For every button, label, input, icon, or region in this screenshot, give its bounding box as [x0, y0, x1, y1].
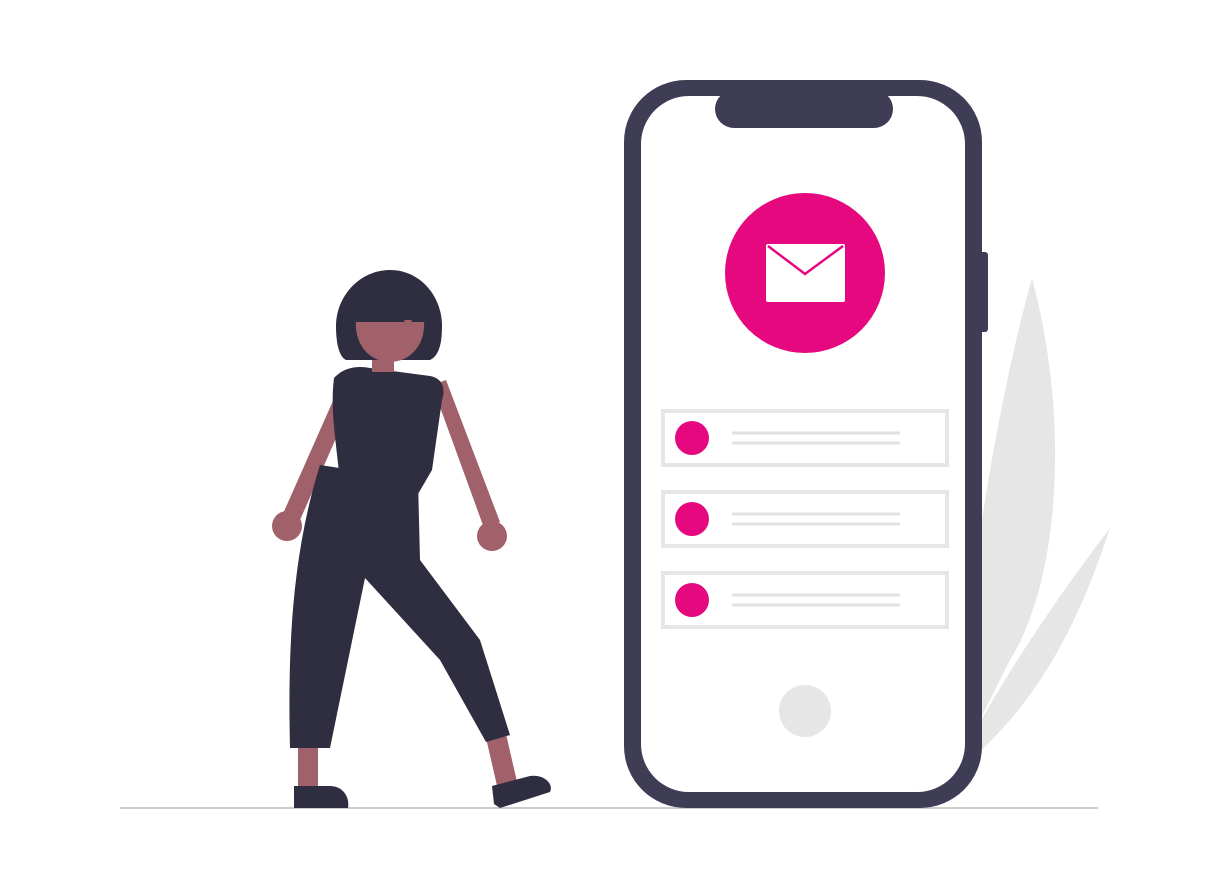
- person-bangs: [352, 289, 428, 322]
- list-item-dot: [675, 583, 709, 617]
- mail-icon: [766, 244, 845, 302]
- person-left-hand: [272, 511, 302, 541]
- list-item-dot: [675, 502, 709, 536]
- phone-notch: [715, 90, 893, 128]
- person-right-hand: [477, 521, 507, 551]
- person-left-shin: [298, 745, 318, 792]
- person-torso: [332, 367, 444, 494]
- mail-badge[interactable]: [725, 193, 885, 353]
- list-item-dot: [675, 421, 709, 455]
- person-left-shoe: [294, 786, 349, 808]
- person-right-arm: [432, 380, 500, 528]
- person-figure: [272, 270, 551, 808]
- illustration: [120, 80, 1110, 809]
- smartphone: [624, 80, 988, 808]
- home-button[interactable]: [779, 685, 831, 737]
